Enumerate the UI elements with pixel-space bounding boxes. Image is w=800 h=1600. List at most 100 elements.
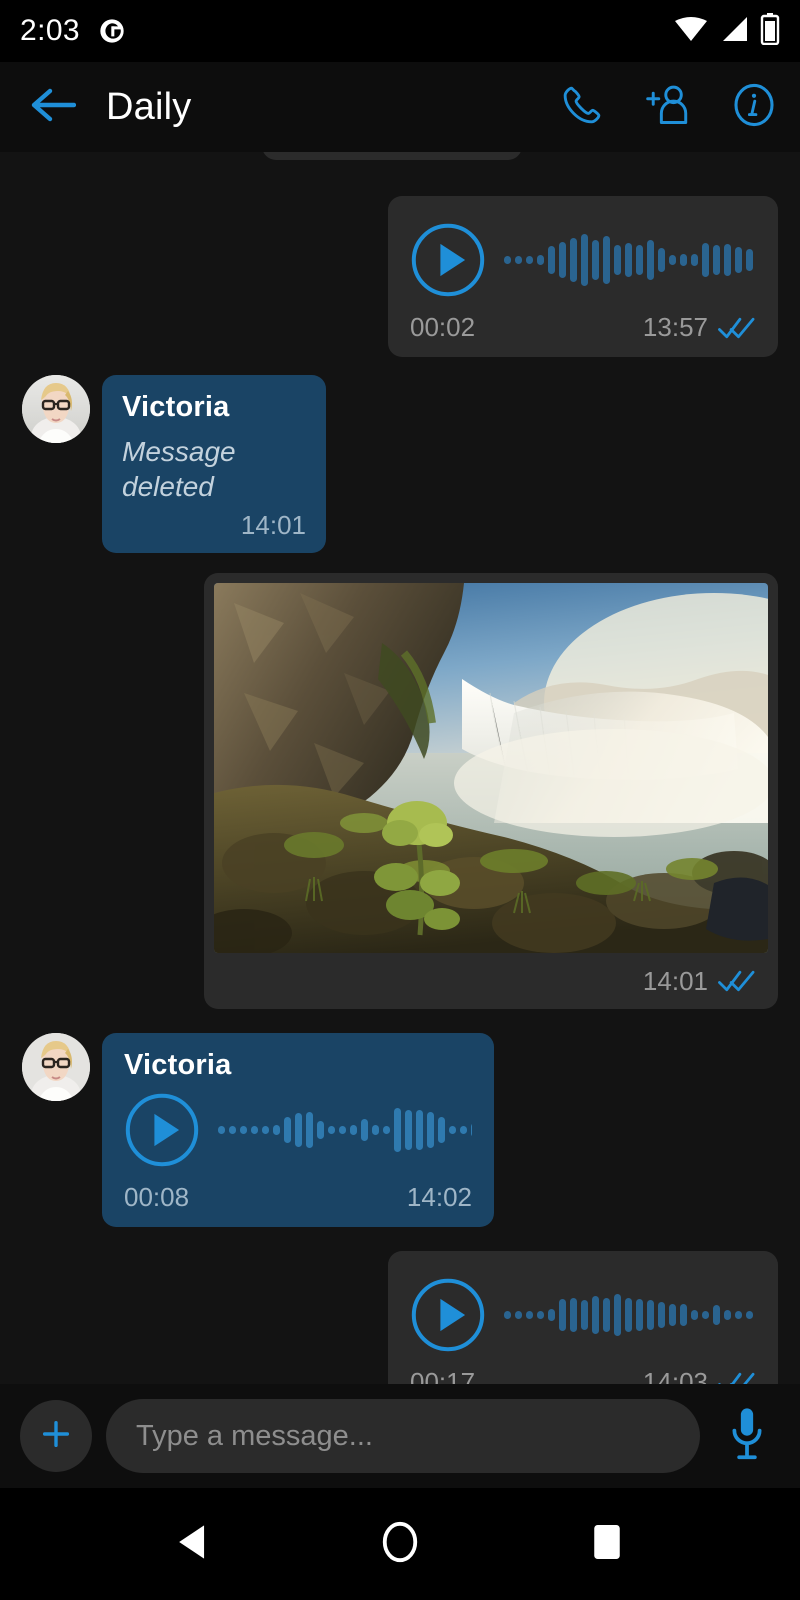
message-input-wrapper[interactable] — [106, 1399, 700, 1473]
message-meta: 14:01 — [214, 953, 768, 1009]
waveform-bar — [218, 1126, 225, 1134]
waveform-bar — [438, 1117, 445, 1143]
status-bar-clock: 2:03 — [20, 14, 80, 47]
message-meta: 14:01 — [122, 510, 306, 541]
message-time: 14:01 — [642, 965, 708, 996]
waveform-bar — [658, 248, 665, 272]
play-circle-icon[interactable] — [410, 222, 486, 298]
waveform-bar — [614, 245, 621, 275]
app-bar: Daily — [0, 62, 800, 152]
voice-message-bubble[interactable]: Victoria 00:08 14:02 — [102, 1033, 494, 1227]
waveform-bar — [537, 255, 544, 265]
voice-duration: 00:02 — [410, 312, 476, 342]
waveform-bar — [691, 254, 698, 266]
waveform-bar — [746, 249, 753, 271]
phone-call-icon — [559, 82, 605, 133]
waveform-bar — [680, 254, 687, 266]
waveform-bar — [229, 1126, 236, 1134]
play-circle-icon[interactable] — [410, 1277, 486, 1353]
waveform-bar — [262, 1126, 269, 1134]
waveform-bar — [372, 1125, 379, 1135]
waveform-bar — [680, 1304, 687, 1326]
waveform-bar — [361, 1119, 368, 1141]
waveform-bar — [647, 1300, 654, 1330]
plus-icon — [39, 1417, 73, 1456]
page-title: Daily — [106, 85, 192, 128]
voice-message-bubble[interactable]: 00:02 13:57 — [388, 196, 778, 357]
waveform-bar — [416, 1110, 423, 1150]
waveform-bar — [339, 1126, 346, 1134]
waveform-bar — [713, 245, 720, 275]
waveform-bar — [559, 242, 566, 278]
nav-back-button[interactable] — [153, 1504, 233, 1584]
add-person-button[interactable] — [644, 83, 692, 131]
nav-home-button[interactable] — [360, 1504, 440, 1584]
message-time: 14:02 — [406, 1182, 472, 1212]
wifi-icon — [674, 14, 708, 49]
message-text: Message deleted — [122, 436, 236, 502]
message-sender: Victoria — [122, 391, 230, 423]
app-bar-actions — [558, 83, 778, 131]
waveform-bar — [515, 1311, 522, 1319]
waveform-bar — [636, 1299, 643, 1331]
avatar[interactable] — [22, 1033, 90, 1101]
waveform-bar — [394, 1108, 401, 1152]
voice-message-bubble[interactable]: 00:17 14:03 — [388, 1251, 778, 1384]
waveform-bar — [669, 1304, 676, 1326]
waveform-bar — [691, 1310, 698, 1320]
waveform-bar — [548, 1309, 555, 1321]
waveform[interactable] — [504, 232, 756, 288]
image-message-bubble[interactable]: 14:01 — [204, 573, 778, 1009]
waveform-bar — [625, 1298, 632, 1332]
waveform-bar — [614, 1294, 621, 1336]
waveform-bar — [526, 256, 533, 264]
system-nav-bar — [0, 1488, 800, 1600]
waveform-bar — [592, 1296, 599, 1334]
waveform-bar — [636, 245, 643, 275]
message-row: Victoria 00:08 14:02 — [22, 1033, 778, 1227]
message-input[interactable] — [136, 1419, 670, 1453]
status-bar: 2:03 — [0, 0, 800, 62]
waveform-bar — [603, 236, 610, 284]
waveform[interactable] — [504, 1287, 756, 1343]
waveform-bar — [383, 1126, 390, 1134]
attach-button[interactable] — [20, 1400, 92, 1472]
waveform-bar — [251, 1126, 258, 1134]
message-meta: 00:17 14:03 — [410, 1367, 756, 1384]
message-row: Victoria Message deleted 14:01 — [22, 375, 778, 553]
voice-player — [410, 222, 756, 298]
waveform-bar — [724, 1310, 731, 1320]
text-message-bubble[interactable]: Victoria Message deleted 14:01 — [102, 375, 326, 553]
nav-home-circle-icon — [380, 1520, 420, 1569]
waveform-bar — [702, 1311, 709, 1319]
nav-back-triangle-icon — [176, 1524, 210, 1565]
waveform-bar — [471, 1123, 472, 1137]
battery-icon — [760, 12, 780, 50]
waveform[interactable] — [218, 1102, 472, 1158]
waveform-bar — [581, 1300, 588, 1330]
message-row: 00:02 13:57 — [22, 196, 778, 357]
waveform-bar — [724, 244, 731, 276]
record-voice-button[interactable] — [714, 1399, 780, 1473]
back-button[interactable] — [28, 82, 78, 132]
play-circle-icon[interactable] — [124, 1092, 200, 1168]
message-list[interactable]: 00:02 13:57 Victoria Message deleted 14:… — [0, 152, 800, 1384]
waveform-bar — [317, 1121, 324, 1139]
waveform-bar — [592, 240, 599, 280]
waveform-bar — [328, 1126, 335, 1134]
nav-recents-button[interactable] — [567, 1504, 647, 1584]
voice-duration: 00:17 — [410, 1367, 476, 1384]
cellular-signal-icon — [719, 14, 749, 49]
call-button[interactable] — [558, 83, 606, 131]
info-button[interactable] — [730, 83, 778, 131]
waveform-bar — [504, 256, 511, 264]
message-time: 14:01 — [240, 510, 306, 540]
info-circle-icon — [731, 82, 777, 133]
waveform-bar — [405, 1110, 412, 1150]
phone-screen: 2:03 Daily 00:02 13:57 Victoria Message … — [0, 0, 800, 1600]
waterfall-photo[interactable] — [214, 583, 768, 953]
waveform-bar — [735, 247, 742, 273]
avatar[interactable] — [22, 375, 90, 443]
waveform-bar — [735, 1311, 742, 1319]
message-row: 00:17 14:03 — [22, 1251, 778, 1384]
